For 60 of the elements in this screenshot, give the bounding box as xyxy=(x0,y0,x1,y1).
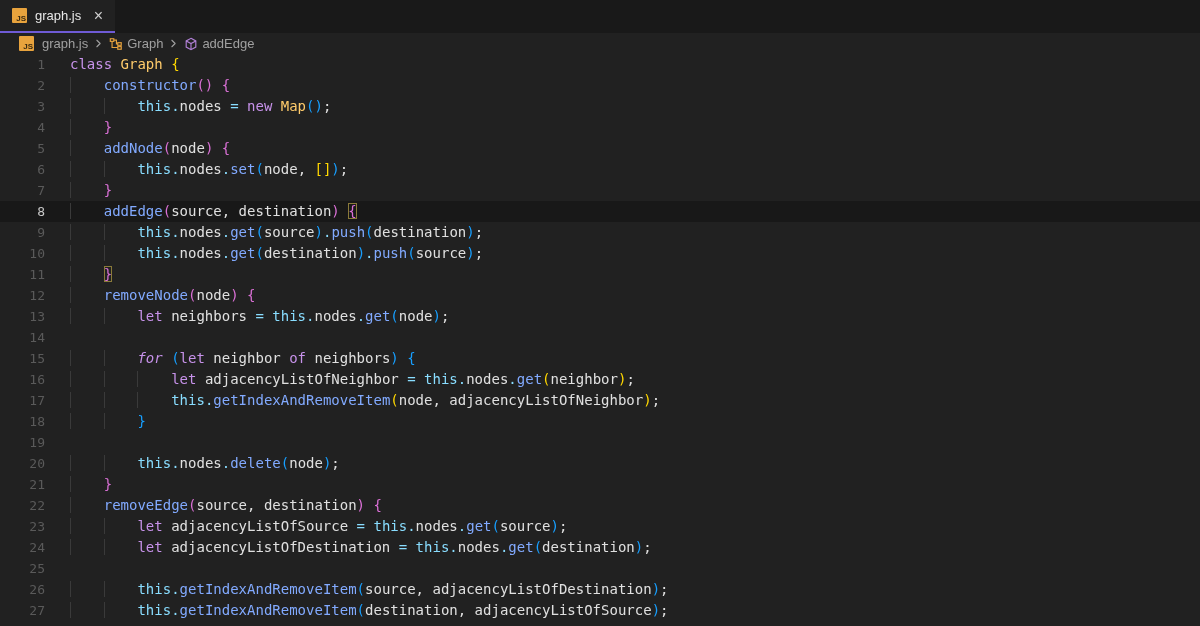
line-number: 6 xyxy=(36,160,45,179)
line-number: 20 xyxy=(28,454,45,473)
line-number: 14 xyxy=(28,328,45,347)
code-line: addEdge(source, destination) { xyxy=(70,201,357,222)
code-line: for (let neighbor of neighbors) { xyxy=(70,348,416,369)
line-number: 17 xyxy=(28,391,45,410)
line-number: 13 xyxy=(28,307,45,326)
code-line: this.getIndexAndRemoveItem(destination, adjacencyListOfSource); xyxy=(70,600,669,621)
js-file-icon: JS xyxy=(12,8,27,23)
code-line: class Graph { xyxy=(70,55,180,74)
line-number: 27 xyxy=(28,601,45,620)
line-number: 16 xyxy=(28,370,45,389)
breadcrumb-item[interactable]: addEdge xyxy=(202,33,255,54)
code-line: } xyxy=(70,117,113,138)
line-number: 24 xyxy=(28,538,45,557)
breadcrumb-item[interactable]: graph.js xyxy=(42,33,89,54)
code-line: this.nodes.delete(node); xyxy=(70,453,340,474)
code-line: let adjacencyListOfSource = this.nodes.get(source); xyxy=(70,516,568,537)
code-line: this.nodes = new Map(); xyxy=(70,96,332,117)
line-number: 4 xyxy=(36,118,45,137)
code-line: this.nodes.get(source).push(destination); xyxy=(70,222,484,243)
close-button[interactable]: × xyxy=(89,7,107,24)
code-line: removeNode(node) { xyxy=(70,285,256,306)
line-number: 11 xyxy=(28,265,45,284)
code-line: this.getIndexAndRemoveItem(source, adjacencyListOfDestination); xyxy=(70,579,669,600)
editor-tab[interactable]: JS graph.js × xyxy=(0,0,115,33)
line-number: 26 xyxy=(28,580,45,599)
code-line: } xyxy=(70,264,113,285)
js-file-icon: JS xyxy=(19,36,34,51)
line-number: 12 xyxy=(28,286,45,305)
line-number: 9 xyxy=(36,223,45,242)
cube-icon xyxy=(184,36,199,51)
code-line: let neighbors = this.nodes.get(node); xyxy=(70,306,450,327)
code-line: addNode(node) { xyxy=(70,138,231,159)
line-number: 21 xyxy=(28,475,45,494)
line-number: 3 xyxy=(36,97,45,116)
line-number: 15 xyxy=(28,349,45,368)
line-number: 18 xyxy=(28,412,45,431)
code-line: this.nodes.set(node, []); xyxy=(70,159,349,180)
line-number: 25 xyxy=(28,559,45,578)
code-line: } xyxy=(70,411,146,432)
code-line: removeEdge(source, destination) { xyxy=(70,495,382,516)
code-line: } xyxy=(70,474,113,495)
line-number: 2 xyxy=(36,76,45,95)
line-number: 5 xyxy=(36,139,45,158)
code-line: let adjacencyListOfNeighbor = this.nodes.get(neighbor); xyxy=(70,369,635,390)
code-line: this.getIndexAndRemoveItem(node, adjacencyListOfNeighbor); xyxy=(70,390,661,411)
code-line: this.nodes.get(destination).push(source); xyxy=(70,243,484,264)
line-number: 8 xyxy=(36,202,45,221)
line-number: 22 xyxy=(28,496,45,515)
line-number: 1 xyxy=(36,55,45,74)
code-line: let adjacencyListOfDestination = this.nodes.get(destination); xyxy=(70,537,652,558)
line-number: 23 xyxy=(28,517,45,536)
line-number: 10 xyxy=(28,244,45,263)
line-number: 19 xyxy=(28,433,45,452)
breadcrumb-item[interactable]: Graph xyxy=(127,33,164,54)
code-line: constructor() { xyxy=(70,75,231,96)
line-number: 7 xyxy=(36,181,45,200)
code-line: } xyxy=(70,180,113,201)
class-icon xyxy=(109,36,124,51)
